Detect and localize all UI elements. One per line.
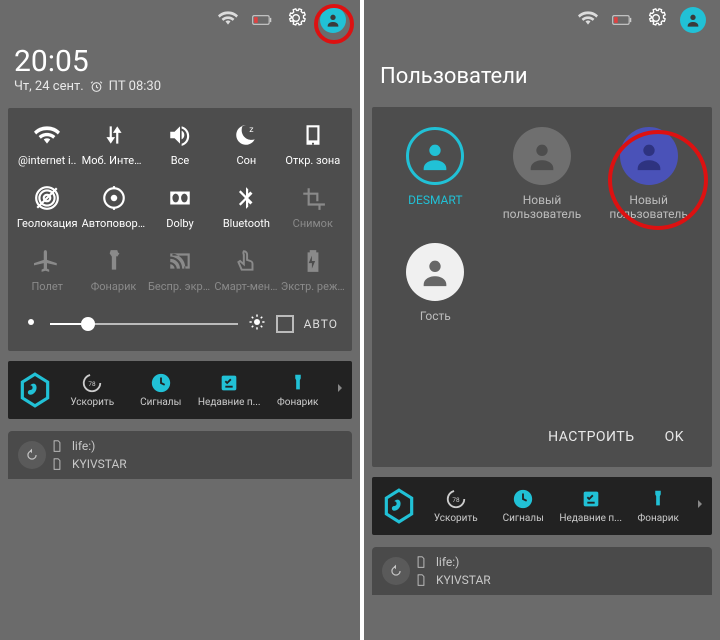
status-bar bbox=[0, 0, 360, 40]
battery-icon bbox=[252, 10, 272, 30]
settings-icon[interactable] bbox=[646, 8, 666, 32]
qs-crop[interactable]: Снимок bbox=[280, 185, 346, 230]
tool-strip: УскоритьСигналыНедавние п...Фонарик bbox=[372, 477, 712, 535]
wifi-icon bbox=[218, 8, 238, 32]
qs-touch[interactable]: Смарт-меню bbox=[213, 248, 279, 293]
configure-button[interactable]: НАСТРОИТЬ bbox=[548, 429, 634, 445]
tool-checklist[interactable]: Недавние п... bbox=[557, 488, 625, 524]
qs-torch[interactable]: Фонарик bbox=[80, 248, 146, 293]
tool-clock[interactable]: Сигналы bbox=[490, 488, 558, 524]
screen-quick-settings: 20:05 Чт, 24 сент. ПТ 08:30 @internet i.… bbox=[0, 0, 360, 640]
sim-icon bbox=[50, 439, 64, 453]
users-panel: DESMARTНовый пользовательНовый пользоват… bbox=[372, 107, 712, 467]
battery-icon bbox=[612, 10, 632, 30]
ok-button[interactable]: OK bbox=[665, 429, 684, 445]
qs-data[interactable]: Моб. Интернет bbox=[80, 122, 146, 167]
tool-gauge[interactable]: Ускорить bbox=[58, 372, 127, 408]
history-icon bbox=[18, 441, 46, 469]
notif-line2: KYIVSTAR bbox=[72, 457, 127, 471]
user-white[interactable]: Гость bbox=[382, 243, 489, 323]
user-blue[interactable]: Новый пользователь bbox=[595, 127, 702, 221]
user-grey[interactable]: Новый пользователь bbox=[489, 127, 596, 221]
notif-line1: life:) bbox=[72, 439, 95, 453]
sim-icon bbox=[414, 573, 428, 587]
tool-torch2[interactable]: Фонарик bbox=[625, 488, 693, 524]
qs-hotspot[interactable]: Откр. зона bbox=[280, 122, 346, 167]
screen-users: Пользователи DESMARTНовый пользовательНо… bbox=[360, 0, 720, 640]
booster-logo-icon[interactable] bbox=[12, 367, 58, 413]
qs-cast[interactable]: Беспр. экран bbox=[147, 248, 213, 293]
tool-gauge[interactable]: Ускорить bbox=[422, 488, 490, 524]
settings-icon[interactable] bbox=[286, 8, 306, 32]
qs-moon[interactable]: Сон bbox=[213, 122, 279, 167]
user-avatar-icon[interactable] bbox=[320, 7, 346, 33]
notification-card[interactable]: life:) KYIVSTAR bbox=[8, 431, 352, 479]
tool-checklist[interactable]: Недавние п... bbox=[195, 372, 264, 408]
booster-logo-icon[interactable] bbox=[376, 483, 422, 529]
status-bar bbox=[364, 0, 720, 40]
notif-line1: life:) bbox=[436, 555, 459, 569]
qs-batt[interactable]: Экстр. режим bbox=[280, 248, 346, 293]
qs-wifi[interactable]: @internet i.. bbox=[14, 122, 80, 167]
tool-torch2[interactable]: Фонарик bbox=[264, 372, 333, 408]
sim-icon bbox=[50, 457, 64, 471]
brightness-slider[interactable] bbox=[50, 323, 238, 325]
notification-card[interactable]: life:) KYIVSTAR bbox=[372, 547, 712, 595]
tool-strip: УскоритьСигналыНедавние п...Фонарик bbox=[8, 361, 352, 419]
auto-brightness-label: АВТО bbox=[304, 317, 338, 331]
time-text: 20:05 bbox=[14, 44, 346, 79]
qs-rotate[interactable]: Автоповорот bbox=[80, 185, 146, 230]
qs-gps[interactable]: Геолокация bbox=[14, 185, 80, 230]
brightness-low-icon bbox=[22, 313, 40, 335]
auto-brightness-checkbox[interactable] bbox=[276, 315, 294, 333]
notif-line2: KYIVSTAR bbox=[436, 573, 491, 587]
user-avatar-icon[interactable] bbox=[680, 7, 706, 33]
tool-clock[interactable]: Сигналы bbox=[127, 372, 196, 408]
chevron-right-icon[interactable] bbox=[332, 380, 348, 400]
quick-settings-panel: @internet i..Моб. ИнтернетВсеСонОткр. зо… bbox=[8, 108, 352, 351]
history-icon bbox=[382, 557, 410, 585]
wifi-icon bbox=[578, 8, 598, 32]
chevron-right-icon[interactable] bbox=[692, 496, 708, 516]
user-main[interactable]: DESMART bbox=[382, 127, 489, 221]
qs-plane[interactable]: Полет bbox=[14, 248, 80, 293]
alarm-text: ПТ 08:30 bbox=[109, 79, 161, 94]
alarm-icon bbox=[90, 80, 103, 93]
clock-block: 20:05 Чт, 24 сент. ПТ 08:30 bbox=[0, 40, 360, 104]
brightness-high-icon bbox=[248, 313, 266, 335]
sim-icon bbox=[414, 555, 428, 569]
qs-dolby[interactable]: Dolby bbox=[147, 185, 213, 230]
brightness-row: АВТО bbox=[8, 301, 352, 351]
users-title: Пользователи bbox=[364, 40, 720, 103]
qs-volume[interactable]: Все bbox=[147, 122, 213, 167]
qs-bt[interactable]: Bluetooth bbox=[213, 185, 279, 230]
date-text: Чт, 24 сент. bbox=[14, 79, 84, 94]
